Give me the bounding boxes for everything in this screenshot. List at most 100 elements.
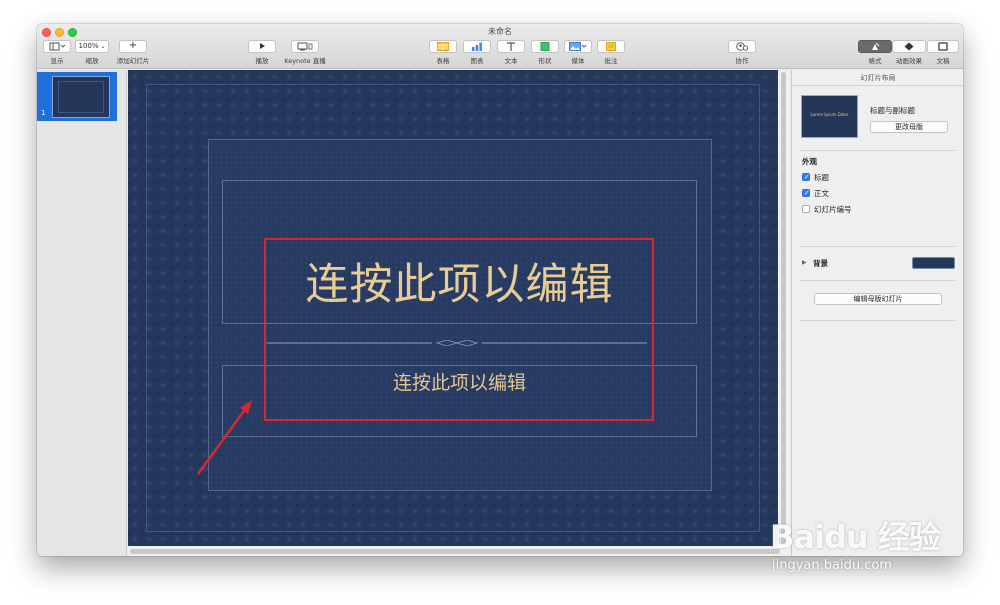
master-thumbnail[interactable]: Lorem Ipsum Dolor xyxy=(801,95,858,138)
media-label: 媒体 xyxy=(571,57,585,65)
chart-button[interactable] xyxy=(463,40,491,53)
animate-button[interactable] xyxy=(892,40,926,53)
title-bar: 未命名 显示 100% ⌄ 缩放 + 添加幻灯片 播放 Keynote 直播 表… xyxy=(37,24,963,69)
window-title: 未命名 xyxy=(488,27,512,36)
disclosure-triangle-icon[interactable]: ▶ xyxy=(802,259,807,266)
body-checkbox[interactable]: ✓ xyxy=(802,189,810,197)
slide-number-checkbox[interactable] xyxy=(802,205,810,213)
inspector-header: 幻灯片布局 xyxy=(792,70,963,86)
collaborate-icon xyxy=(736,41,748,51)
animate-diamond-icon xyxy=(904,42,914,50)
text-icon xyxy=(507,41,515,51)
play-button[interactable] xyxy=(248,40,276,53)
edit-master-slide-button[interactable]: 编辑母版幻灯片 xyxy=(814,293,942,305)
zoom-value: 100% xyxy=(78,42,99,50)
screen: 未命名 显示 100% ⌄ 缩放 + 添加幻灯片 播放 Keynote 直播 表… xyxy=(0,0,1000,605)
sidebar-view-icon xyxy=(49,42,65,50)
play-control[interactable]: 播放 xyxy=(247,40,277,65)
checkmark-icon: ✓ xyxy=(804,173,810,181)
table-icon xyxy=(437,41,449,51)
play-icon xyxy=(260,43,265,49)
title-checkbox-label: 标题 xyxy=(814,173,829,182)
separator xyxy=(800,150,956,151)
vertical-scrollbar-thumb[interactable] xyxy=(781,72,786,544)
text-control[interactable]: 文本 xyxy=(497,40,525,65)
keynote-window: 未命名 显示 100% ⌄ 缩放 + 添加幻灯片 播放 Keynote 直播 表… xyxy=(37,24,963,556)
horizontal-scrollbar-thumb[interactable] xyxy=(130,549,780,554)
animate-control[interactable]: 动画效果 xyxy=(892,40,926,65)
collaborate-label: 协作 xyxy=(735,57,749,65)
slide-thumbnail-frame xyxy=(58,81,104,113)
body-checkbox-label: 正文 xyxy=(814,189,829,198)
format-label: 格式 xyxy=(868,57,882,65)
watermark-url: jingyan.baidu.com xyxy=(772,558,892,573)
separator xyxy=(800,246,956,247)
view-label: 显示 xyxy=(50,57,64,65)
baidu-watermark: Baidu 经验 jingyan.baidu.com xyxy=(770,494,950,590)
animate-label: 动画效果 xyxy=(896,57,922,65)
shape-button[interactable] xyxy=(531,40,559,53)
media-control[interactable]: 媒体 xyxy=(563,40,593,65)
master-thumbnail-text: Lorem Ipsum Dolor xyxy=(810,112,849,117)
format-button[interactable] xyxy=(858,40,892,53)
table-label: 表格 xyxy=(436,57,450,65)
text-label: 文本 xyxy=(504,57,518,65)
slide-canvas[interactable]: 连按此项以编辑 连按此项以编辑 xyxy=(128,70,790,556)
paintbrush-icon xyxy=(872,42,880,50)
slide-thumbnail[interactable] xyxy=(52,76,110,118)
zoom-control[interactable]: 100% ⌄ 缩放 xyxy=(75,40,109,65)
vertical-scrollbar[interactable] xyxy=(780,72,787,544)
zoom-label: 缩放 xyxy=(85,57,99,65)
media-icon xyxy=(569,41,587,51)
keynote-live-label: Keynote 直播 xyxy=(284,57,326,65)
format-control[interactable]: 格式 xyxy=(858,40,892,65)
document-control[interactable]: 文稿 xyxy=(926,40,960,65)
zoom-select[interactable]: 100% ⌄ xyxy=(75,40,109,53)
add-slide-control[interactable]: + 添加幻灯片 xyxy=(113,40,153,65)
media-button[interactable] xyxy=(564,40,592,53)
chart-control[interactable]: 图表 xyxy=(463,40,491,65)
slide[interactable]: 连按此项以编辑 连按此项以编辑 xyxy=(128,70,778,546)
comment-icon xyxy=(606,41,616,51)
view-button[interactable] xyxy=(43,40,71,53)
title-checkbox[interactable]: ✓ xyxy=(802,173,810,181)
red-highlight-annotation xyxy=(264,238,654,421)
watermark-logo-text: Baidu 经验 xyxy=(770,518,941,556)
play-label: 播放 xyxy=(255,57,269,65)
plus-icon: + xyxy=(128,40,138,51)
document-icon xyxy=(938,41,948,51)
view-control[interactable]: 显示 xyxy=(42,40,72,65)
comment-control[interactable]: 批注 xyxy=(597,40,625,65)
collaborate-button[interactable] xyxy=(728,40,756,53)
comment-label: 批注 xyxy=(604,57,618,65)
slide-navigator: 1 xyxy=(37,70,127,556)
checkmark-icon: ✓ xyxy=(804,189,810,197)
chart-label: 图表 xyxy=(470,57,484,65)
keynote-live-icon xyxy=(297,42,313,50)
shape-control[interactable]: 形状 xyxy=(531,40,559,65)
collaborate-control[interactable]: 协作 xyxy=(727,40,757,65)
document-button[interactable] xyxy=(927,40,959,53)
bar-chart-icon xyxy=(472,42,482,51)
keynote-live-button[interactable] xyxy=(291,40,319,53)
keynote-live-control[interactable]: Keynote 直播 xyxy=(281,40,329,65)
shape-label: 形状 xyxy=(538,57,552,65)
comment-button[interactable] xyxy=(597,40,625,53)
slide-number: 1 xyxy=(41,109,46,117)
horizontal-scrollbar[interactable] xyxy=(130,548,780,555)
appearance-heading: 外观 xyxy=(802,157,817,166)
shape-icon xyxy=(540,41,550,51)
slide-number-checkbox-label: 幻灯片编号 xyxy=(814,205,852,214)
red-arrow-annotation xyxy=(196,400,252,475)
add-slide-button[interactable]: + xyxy=(119,40,147,53)
background-color-well[interactable] xyxy=(912,257,955,269)
document-label: 文稿 xyxy=(936,57,950,65)
change-master-button[interactable]: 更改母版 xyxy=(870,121,948,133)
table-button[interactable] xyxy=(429,40,457,53)
background-label: 背景 xyxy=(813,259,828,268)
chevron-down-icon: ⌄ xyxy=(98,43,106,50)
master-name: 标题与副标题 xyxy=(870,106,915,115)
text-button[interactable] xyxy=(497,40,525,53)
table-control[interactable]: 表格 xyxy=(429,40,457,65)
slide-thumbnail-selected[interactable]: 1 xyxy=(37,72,117,121)
